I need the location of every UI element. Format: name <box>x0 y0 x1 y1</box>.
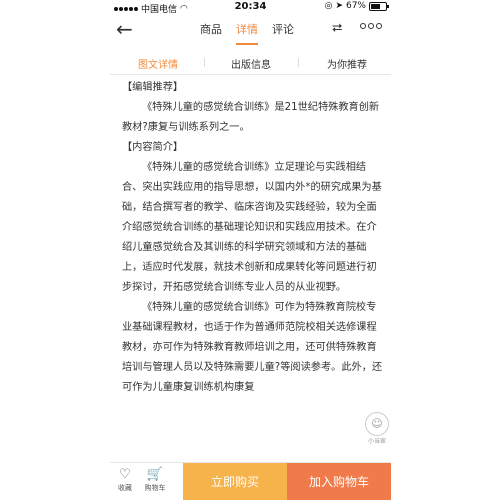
subtab-divider <box>204 58 205 67</box>
back-arrow-icon[interactable]: ← <box>116 18 133 40</box>
share-icon[interactable]: ⮂ <box>332 21 342 36</box>
assistant-button[interactable]: ☺ 小当家 <box>364 412 390 448</box>
favorite-button[interactable]: ♡ 收藏 <box>110 467 140 493</box>
battery-fill <box>371 3 381 9</box>
orientation-lock-icon: ◎ <box>324 1 333 11</box>
favorite-label: 收藏 <box>118 484 132 492</box>
editor-text: 《特殊儿童的感觉统合训练》是21世纪特殊教育创新教材?康复与训练系列之一。 <box>122 102 380 133</box>
cart-label: 购物车 <box>144 484 166 492</box>
heart-icon: ♡ <box>119 467 131 482</box>
tab-reviews[interactable]: 评论 <box>272 21 294 45</box>
assistant-icon: ☺ <box>365 412 389 436</box>
subtab-publication-info[interactable]: 出版信息 <box>231 56 271 71</box>
detail-content: 【编辑推荐】 《特殊儿童的感觉统合训练》是21世纪特殊教育创新教材?康复与训练系… <box>122 78 384 398</box>
editor-heading: 【编辑推荐】 <box>122 82 184 93</box>
bottom-bar: ♡ 收藏 🛒 购物车 立即购买 加入购物车 <box>110 462 391 500</box>
subtab-divider <box>298 58 299 67</box>
nav-tabs: 商品 详情 评论 <box>200 21 294 45</box>
location-icon: ➤ <box>335 1 343 11</box>
add-to-cart-button[interactable]: 加入购物车 <box>287 463 391 500</box>
nav-bar: ← 商品 详情 评论 ⮂ <box>110 14 391 46</box>
intro-paragraph-2: 《特殊儿童的感觉统合训练》可作为特殊教育院校专业基础课程教材，也适于作为普通师范… <box>122 302 383 393</box>
status-right: ◎ ➤ 67% <box>324 1 389 11</box>
cart-icon: 🛒 <box>146 467 164 482</box>
intro-heading: 【内容简介】 <box>122 142 184 153</box>
tab-details[interactable]: 详情 <box>236 21 258 45</box>
more-icon[interactable] <box>360 23 382 29</box>
cart-button[interactable]: 🛒 购物车 <box>140 467 170 493</box>
buy-now-button[interactable]: 立即购买 <box>183 463 287 500</box>
phone-screen: 中国电信 ◠ 20:34 ◎ ➤ 67% ← 商品 详情 评论 ⮂ 图文详情 出… <box>110 0 391 500</box>
tab-product[interactable]: 商品 <box>200 21 222 45</box>
subtab-recommendations[interactable]: 为你推荐 <box>327 56 367 71</box>
intro-paragraph-1: 《特殊儿童的感觉统合训练》立足理论与实践相结合、突出实践应用的指导思想，以国内外… <box>122 162 382 293</box>
battery-icon <box>369 1 389 11</box>
sub-tabs: 图文详情 出版信息 为你推荐 <box>110 50 391 75</box>
subtab-graphic-details[interactable]: 图文详情 <box>138 56 178 71</box>
status-bar: 中国电信 ◠ 20:34 ◎ ➤ 67% <box>110 0 391 15</box>
battery-percent: 67% <box>345 1 366 11</box>
assistant-label: 小当家 <box>367 438 386 445</box>
